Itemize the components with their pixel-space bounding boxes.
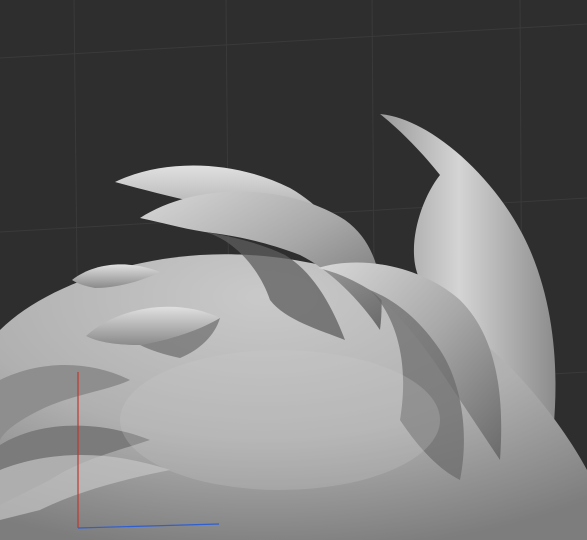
viewport-canvas[interactable]: [0, 0, 587, 540]
dome-highlight: [120, 350, 440, 490]
sculpt-mesh[interactable]: [0, 114, 587, 540]
3d-viewport[interactable]: [0, 0, 587, 540]
